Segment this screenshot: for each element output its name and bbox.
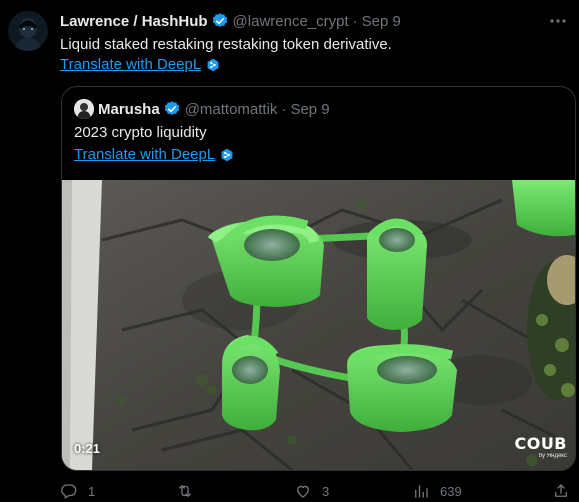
deepl-icon — [220, 148, 234, 162]
quote-text: 2023 crypto liquidity — [74, 124, 207, 141]
video-duration: 0:21 — [74, 441, 101, 456]
more-options-icon[interactable] — [549, 12, 567, 30]
verified-badge-icon — [163, 100, 181, 118]
deepl-icon — [206, 58, 220, 72]
retweet-icon — [179, 485, 191, 497]
quote-author-handle: @mattomattik — [184, 100, 278, 118]
views-chart-icon — [415, 485, 428, 498]
heart-icon — [297, 485, 309, 498]
quote-author-name: Marusha — [98, 100, 160, 118]
author-name[interactable]: Lawrence / HashHub — [60, 13, 208, 30]
quote-date: Sep 9 — [290, 100, 330, 118]
reply-button[interactable]: 1 — [60, 481, 95, 501]
retweet-button[interactable] — [176, 481, 204, 501]
tweet-text: Liquid staked restaking restaking token … — [60, 36, 392, 53]
quote-translate-row: Translate with DeepL — [74, 145, 234, 165]
share-button[interactable] — [552, 481, 570, 501]
video-frame — [62, 180, 575, 470]
reply-count: 1 — [88, 483, 96, 499]
separator-dot: · — [281, 100, 287, 118]
tweet-date[interactable]: Sep 9 — [362, 13, 401, 30]
share-icon — [555, 484, 567, 497]
quote-translate-link[interactable]: Translate with DeepL — [74, 145, 215, 165]
separator-dot: · — [352, 12, 358, 30]
author-avatar[interactable] — [8, 11, 48, 51]
like-button[interactable]: 3 — [294, 481, 329, 501]
reply-icon — [61, 484, 77, 499]
video-player[interactable]: 0:21 COUB by Яндекс — [62, 180, 575, 470]
tweet-card: Lawrence / HashHub @lawrence_crypt · Sep… — [0, 0, 579, 502]
quote-author-avatar — [74, 99, 94, 119]
views-button[interactable]: 639 — [412, 481, 462, 501]
coub-brand: COUB — [514, 434, 567, 453]
views-count: 639 — [440, 483, 462, 499]
quoted-tweet[interactable]: Marusha @mattomattik · Sep 9 2023 crypto… — [61, 86, 576, 471]
verified-badge-icon[interactable] — [211, 12, 229, 30]
action-bar: 1 3 639 — [60, 481, 570, 501]
author-handle[interactable]: @lawrence_crypt — [233, 13, 349, 30]
like-count: 3 — [322, 483, 330, 499]
coub-logo: COUB by Яндекс — [514, 436, 567, 460]
coub-brand-sub: by Яндекс — [538, 453, 567, 459]
tweet-header: Lawrence / HashHub @lawrence_crypt · Sep… — [60, 11, 401, 31]
translate-link[interactable]: Translate with DeepL — [60, 55, 201, 75]
quote-header: Marusha @mattomattik · Sep 9 — [74, 99, 330, 119]
translate-row: Translate with DeepL — [60, 55, 220, 75]
